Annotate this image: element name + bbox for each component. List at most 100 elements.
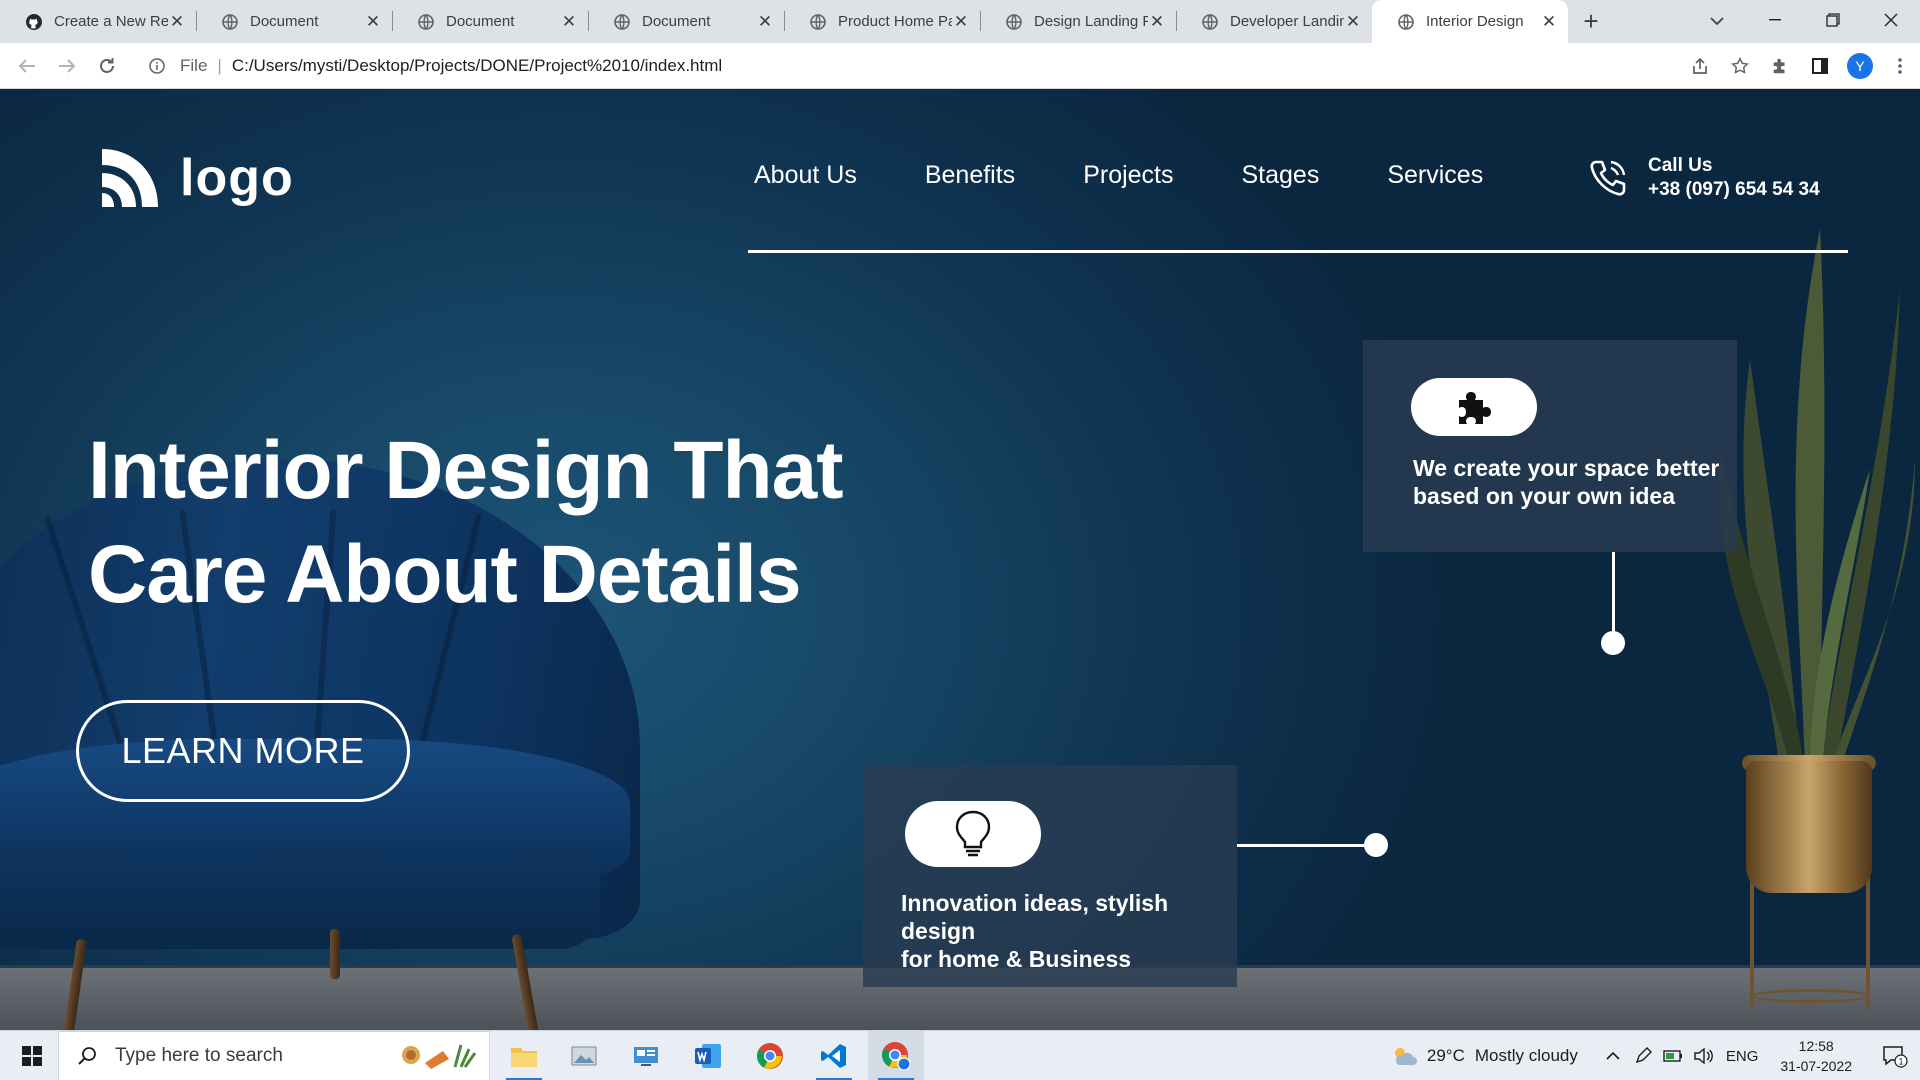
menu-kebab-icon[interactable]	[1880, 51, 1920, 81]
browser-tab[interactable]: Document ✕	[392, 0, 588, 43]
url-omnibox[interactable]: File | C:/Users/mysti/Desktop/Projects/D…	[138, 48, 1698, 84]
nav-services[interactable]: Services	[1387, 161, 1483, 190]
learn-more-button[interactable]: LEARN MORE	[76, 700, 410, 802]
plant-pot	[1746, 761, 1872, 893]
avatar: Y	[1847, 53, 1873, 79]
tab-title: Interior Design	[1426, 13, 1524, 30]
input-language[interactable]: ENG	[1726, 1048, 1759, 1065]
browser-toolbar: Y	[1680, 51, 1920, 81]
weather-temp: 29°C	[1426, 1046, 1465, 1065]
browser-tab[interactable]: Document ✕	[588, 0, 784, 43]
nav-about-us[interactable]: About Us	[754, 161, 857, 190]
battery-icon[interactable]	[1658, 1031, 1688, 1080]
photos-app[interactable]	[556, 1031, 612, 1080]
tab-title: Document	[642, 13, 711, 30]
tab-title: Create a New Rep	[54, 13, 168, 30]
browser-tab[interactable]: Create a New Rep ✕	[0, 0, 196, 43]
browser-tab[interactable]: Product Home Pa ✕	[784, 0, 980, 43]
browser-tab-active[interactable]: Interior Design ✕	[1372, 0, 1568, 43]
nav-projects[interactable]: Projects	[1083, 161, 1173, 190]
globe-icon	[1202, 13, 1218, 30]
browser-tab[interactable]: Design Landing P ✕	[980, 0, 1176, 43]
call-text: Call Us +38 (097) 654 54 34	[1648, 155, 1820, 201]
call-label: Call Us	[1648, 155, 1713, 176]
hotspot-dot[interactable]	[1364, 833, 1388, 857]
feature-text-line: We create your space better	[1413, 455, 1720, 481]
logo-icon	[102, 149, 158, 207]
nav-stages[interactable]: Stages	[1242, 161, 1320, 190]
back-button[interactable]	[12, 51, 42, 81]
window-controls	[1746, 0, 1920, 43]
feature-text-line: based on your own idea	[1413, 483, 1675, 509]
globe-icon	[222, 13, 238, 30]
feature-card: We create your space better based on you…	[1363, 340, 1737, 552]
chrome-app[interactable]	[742, 1031, 798, 1080]
new-tab-button[interactable]: +	[1572, 0, 1610, 43]
phone-number[interactable]: +38 (097) 654 54 34	[1648, 179, 1820, 201]
puzzle-icon	[1459, 392, 1491, 424]
globe-icon	[1006, 13, 1022, 30]
close-icon[interactable]: ✕	[168, 12, 186, 31]
search-placeholder: Type here to search	[115, 1045, 283, 1066]
info-icon[interactable]	[142, 58, 172, 74]
bookmark-star-icon[interactable]	[1720, 51, 1760, 81]
close-window-button[interactable]	[1862, 0, 1920, 40]
web-page: logo About Us Benefits Projects Stages S…	[0, 89, 1920, 1030]
minimize-button[interactable]	[1746, 0, 1804, 40]
clock-date: 31-07-2022	[1780, 1058, 1852, 1074]
tab-title: Product Home Pa	[838, 13, 952, 30]
weather-widget[interactable]: 29°C Mostly cloudy	[1391, 1045, 1578, 1067]
logo-text: logo	[180, 149, 294, 207]
hero-title-line2: Care About Details	[88, 529, 802, 620]
search-highlight-illustration	[402, 1044, 477, 1069]
chrome-profile-app[interactable]	[868, 1031, 924, 1080]
notification-center-button[interactable]: 1	[1870, 1031, 1920, 1080]
call-us-block[interactable]: Call Us +38 (097) 654 54 34	[1586, 155, 1820, 201]
globe-icon	[1398, 13, 1414, 30]
volume-icon[interactable]	[1688, 1031, 1718, 1080]
close-icon[interactable]: ✕	[1344, 12, 1362, 31]
tab-title: Design Landing P	[1034, 13, 1148, 30]
close-icon[interactable]: ✕	[952, 12, 970, 31]
search-icon	[59, 1046, 115, 1066]
card-icon-pill	[905, 801, 1041, 867]
close-icon[interactable]: ✕	[364, 12, 382, 31]
system-clock[interactable]: 12:58 31-07-2022	[1780, 1036, 1852, 1076]
notification-count: 1	[1898, 1057, 1903, 1067]
chair-leg	[330, 929, 340, 979]
close-icon[interactable]: ✕	[756, 12, 774, 31]
url-text[interactable]: C:/Users/mysti/Desktop/Projects/DONE/Pro…	[232, 56, 722, 76]
phone-icon	[1590, 160, 1626, 196]
tab-title: Document	[446, 13, 515, 30]
start-button[interactable]	[8, 1031, 56, 1080]
chevron-down-icon[interactable]	[1702, 6, 1732, 36]
close-icon[interactable]: ✕	[1540, 12, 1558, 31]
tab-title: Developer Landin	[1230, 13, 1344, 30]
tab-title: Document	[250, 13, 319, 30]
windows-taskbar: Type here to search 29°C Mostly cloudy E…	[0, 1030, 1920, 1080]
taskbar-search[interactable]: Type here to search	[58, 1031, 490, 1080]
browser-tab[interactable]: Developer Landin ✕	[1176, 0, 1372, 43]
nav-benefits[interactable]: Benefits	[925, 161, 1015, 190]
forward-button[interactable]	[52, 51, 82, 81]
close-icon[interactable]: ✕	[1148, 12, 1166, 31]
file-explorer-app[interactable]	[496, 1031, 552, 1080]
close-icon[interactable]: ✕	[560, 12, 578, 31]
control-panel-app[interactable]	[618, 1031, 674, 1080]
word-app[interactable]	[680, 1031, 736, 1080]
pen-icon[interactable]	[1628, 1031, 1658, 1080]
reload-button[interactable]	[92, 51, 122, 81]
extensions-puzzle-icon[interactable]	[1760, 51, 1800, 81]
site-logo[interactable]: logo	[96, 145, 294, 211]
chevron-up-icon[interactable]	[1598, 1031, 1628, 1080]
notification-icon: 1	[1883, 1046, 1908, 1068]
globe-icon	[614, 13, 630, 30]
side-panel-icon[interactable]	[1800, 51, 1840, 81]
restore-button[interactable]	[1804, 0, 1862, 40]
hotspot-dot[interactable]	[1601, 631, 1625, 655]
vscode-app[interactable]	[806, 1031, 862, 1080]
browser-tab[interactable]: Document ✕	[196, 0, 392, 43]
main-nav: About Us Benefits Projects Stages Servic…	[754, 161, 1483, 190]
profile-avatar[interactable]: Y	[1840, 51, 1880, 81]
share-icon[interactable]	[1680, 51, 1720, 81]
